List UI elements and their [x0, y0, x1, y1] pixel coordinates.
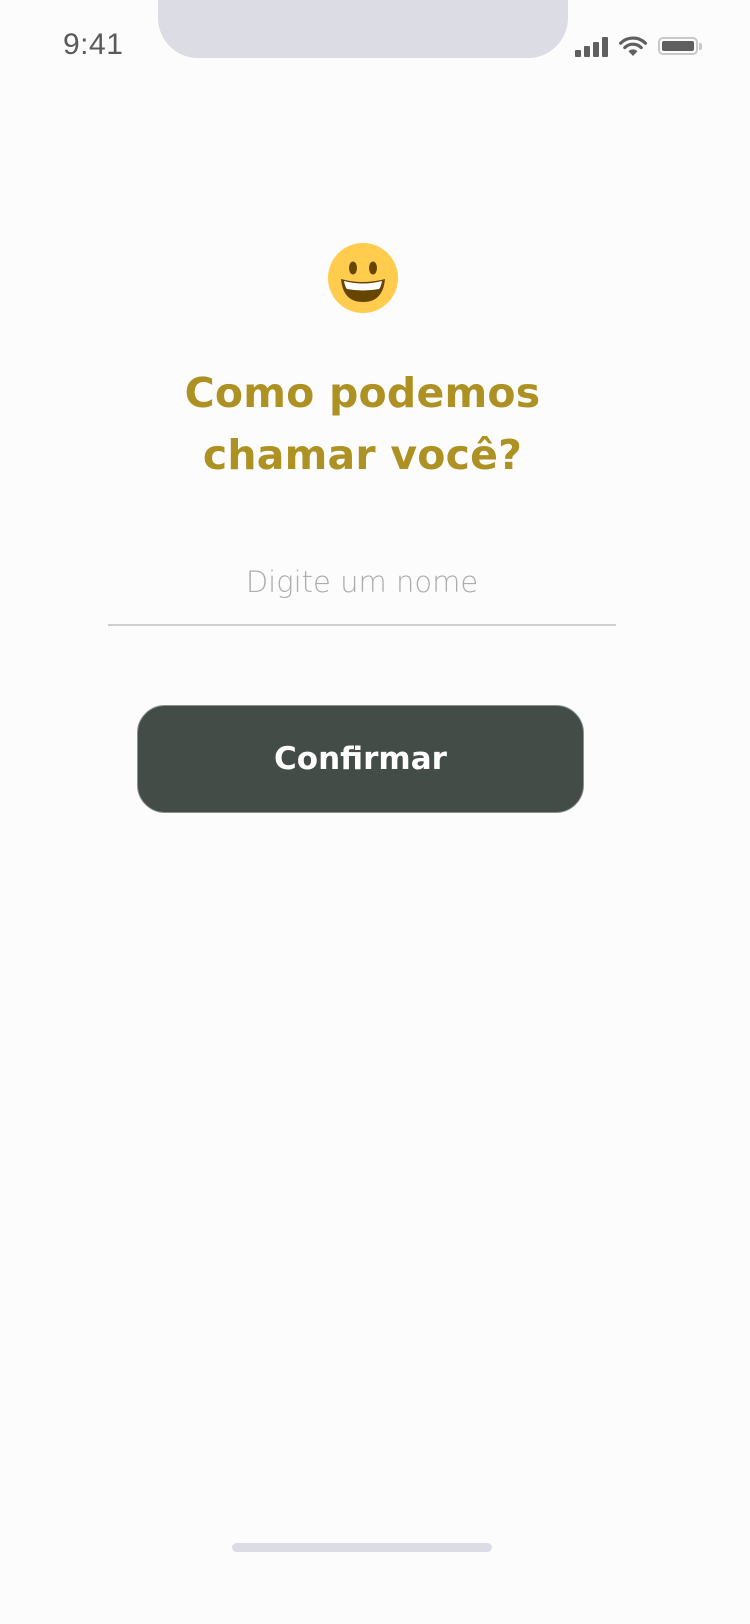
wifi-icon — [619, 36, 647, 56]
smiling-face-icon — [328, 243, 398, 313]
name-input[interactable] — [108, 550, 616, 626]
status-bar: 9:41 — [0, 0, 750, 96]
notch — [158, 0, 568, 58]
status-icons — [575, 35, 702, 57]
title-line-1: Como podemos — [184, 369, 541, 417]
page-title: Como podemos chamar você? — [0, 362, 725, 486]
home-indicator[interactable] — [232, 1543, 492, 1552]
signal-icon — [575, 35, 608, 57]
confirm-button[interactable]: Confirmar — [137, 705, 584, 813]
status-time: 9:41 — [63, 28, 124, 61]
title-line-2: chamar você? — [202, 431, 523, 479]
battery-icon — [658, 37, 702, 55]
